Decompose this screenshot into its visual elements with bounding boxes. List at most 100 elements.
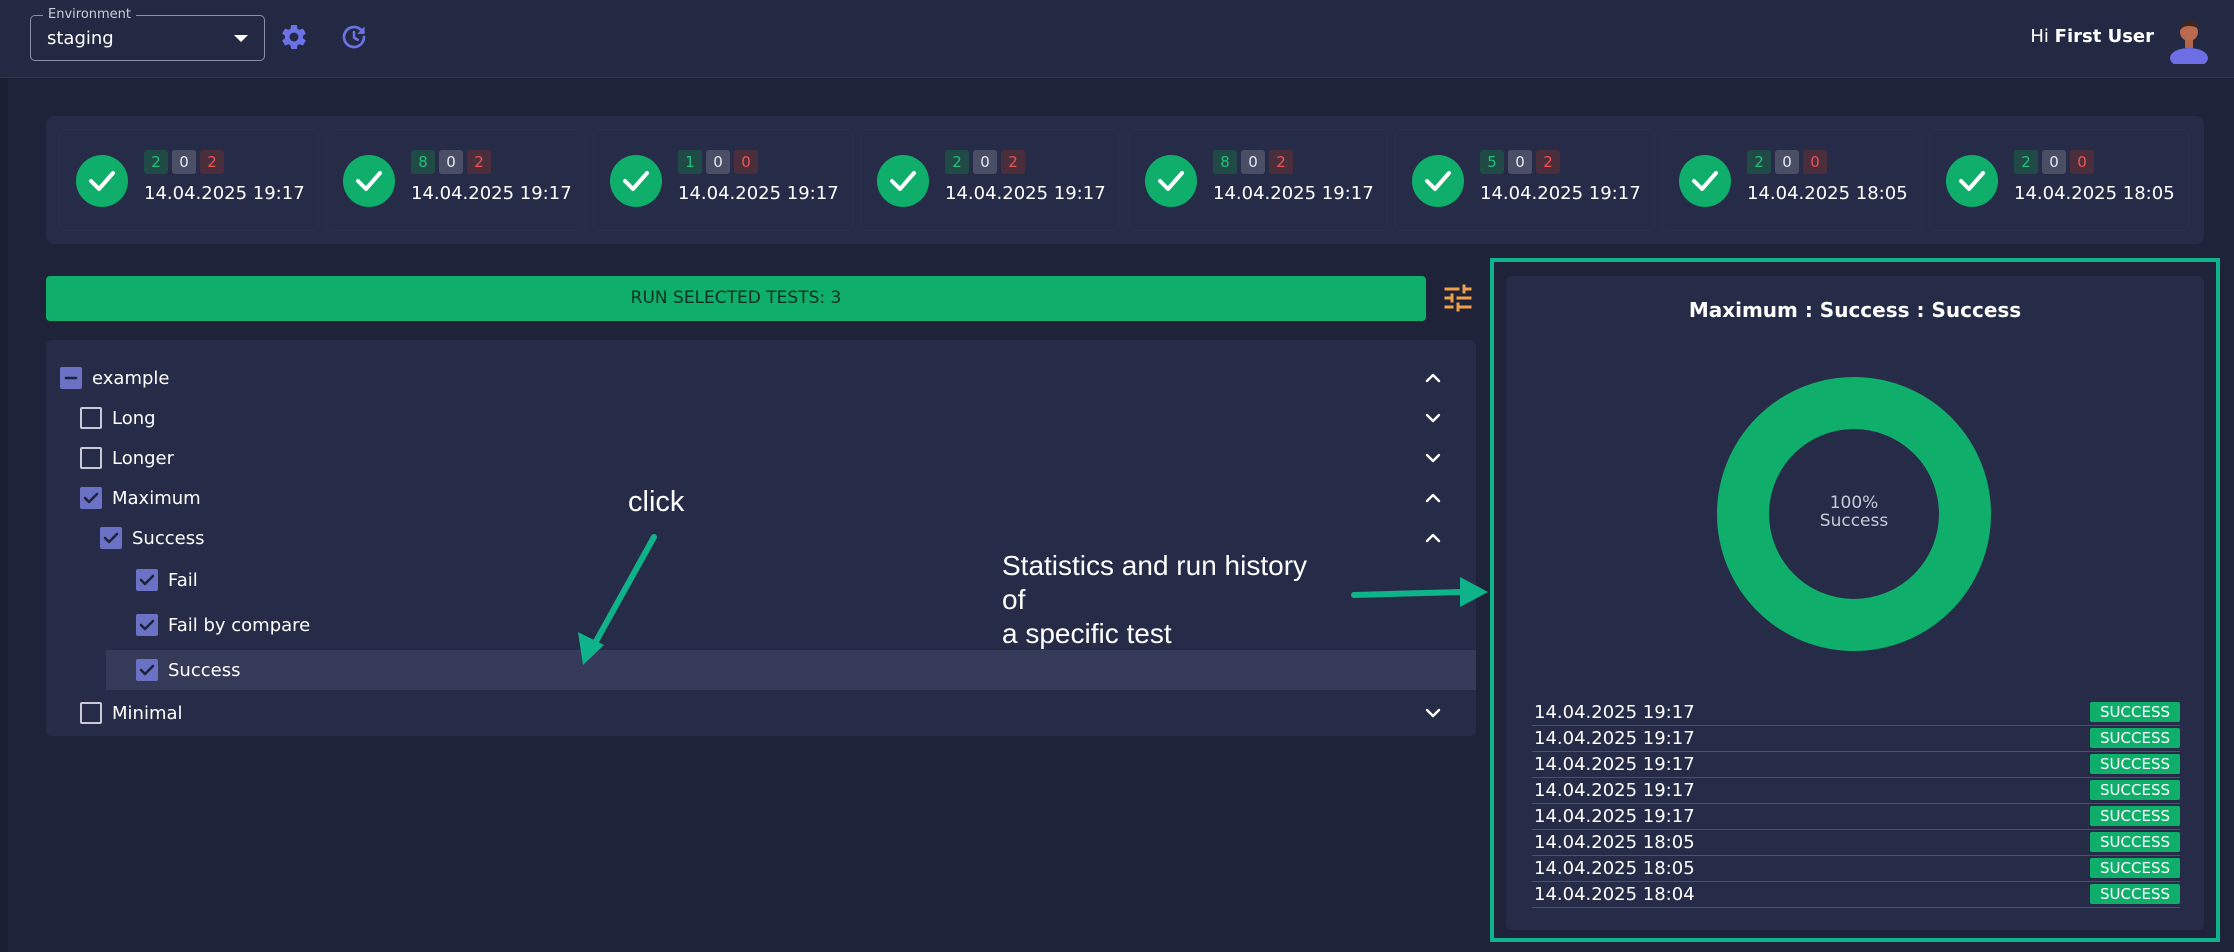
result-counts: 100 xyxy=(678,150,762,174)
tree-checkbox[interactable] xyxy=(136,614,158,636)
tree-item-label: Success xyxy=(168,660,241,681)
chevron-up-icon[interactable] xyxy=(1424,369,1442,387)
tree-item-label: Minimal xyxy=(112,703,183,724)
run-card[interactable]: 8 0 2 14.04.2025 19:17 xyxy=(327,130,585,230)
check-icon xyxy=(1412,155,1464,207)
run-card[interactable]: 2 0 0 14.04.2025 18:05 xyxy=(1663,130,1921,230)
donut-percent: 100% xyxy=(1829,493,1879,513)
tree-item[interactable]: Maximum xyxy=(46,478,1476,518)
run-date: 14.04.2025 19:17 xyxy=(945,183,1106,204)
tree-item[interactable]: Longer xyxy=(46,438,1476,478)
result-counts: 802 xyxy=(411,150,495,174)
result-counts: 200 xyxy=(2014,150,2098,174)
tree-item-label: Longer xyxy=(112,448,175,469)
environment-select[interactable]: Environment staging xyxy=(30,7,265,61)
history-date: 14.04.2025 18:04 xyxy=(1534,884,1695,905)
run-card[interactable]: 8 0 2 14.04.2025 19:17 xyxy=(1129,130,1387,230)
run-date: 14.04.2025 19:17 xyxy=(1213,183,1374,204)
skipped-count: 0 xyxy=(1775,150,1799,174)
environment-label: Environment xyxy=(43,7,137,22)
filter-settings-icon[interactable] xyxy=(1440,280,1476,316)
history-date: 14.04.2025 19:17 xyxy=(1534,806,1695,827)
run-card[interactable]: 5 0 2 14.04.2025 19:17 xyxy=(1396,130,1654,230)
failed-count: 2 xyxy=(1536,150,1560,174)
tree-item-label: Success xyxy=(132,528,205,549)
test-tree: example Long Longer Maximum Success Fail Fail … xyxy=(46,340,1476,736)
tree-item[interactable]: example xyxy=(46,358,1476,398)
status-badge: SUCCESS xyxy=(2090,858,2180,878)
tree-checkbox[interactable] xyxy=(80,447,102,469)
tree-checkbox[interactable] xyxy=(136,659,158,681)
tree-checkbox[interactable] xyxy=(80,702,102,724)
chevron-down-icon[interactable] xyxy=(1424,409,1442,427)
annotation-statistics-line1: Statistics and run history of xyxy=(1002,550,1308,615)
result-counts: 200 xyxy=(1747,150,1831,174)
annotation-statistics-line2: a specific test xyxy=(1002,618,1172,649)
tree-item-label: Maximum xyxy=(112,488,201,509)
history-date: 14.04.2025 19:17 xyxy=(1534,754,1695,775)
passed-count: 2 xyxy=(2014,150,2038,174)
history-date: 14.04.2025 19:17 xyxy=(1534,702,1695,723)
tree-item-label: Long xyxy=(112,408,156,429)
run-card[interactable]: 2 0 2 14.04.2025 19:17 xyxy=(861,130,1119,230)
skipped-count: 0 xyxy=(706,150,730,174)
failed-count: 2 xyxy=(200,150,224,174)
tree-checkbox[interactable] xyxy=(136,569,158,591)
history-row: 14.04.2025 18:05 SUCCESS xyxy=(1532,830,2180,856)
passed-count: 2 xyxy=(1747,150,1771,174)
statistics-title: Maximum : Success : Success xyxy=(1688,298,2022,322)
tree-item-label: Fail xyxy=(168,570,198,591)
caret-down-icon xyxy=(234,35,248,42)
skipped-count: 0 xyxy=(1241,150,1265,174)
avatar-icon[interactable] xyxy=(2168,18,2210,64)
failed-count: 0 xyxy=(1803,150,1827,174)
tree-item[interactable]: Minimal xyxy=(46,693,1476,733)
tree-item[interactable]: Success xyxy=(106,650,1476,690)
run-card[interactable]: 2 0 2 14.04.2025 19:17 xyxy=(60,130,318,230)
run-history-strip: 2 0 2 14.04.2025 19:17 8 0 2 14.04.2025 19:17 1 0… xyxy=(46,116,2204,244)
failed-count: 2 xyxy=(467,150,491,174)
tree-checkbox[interactable] xyxy=(100,527,122,549)
chevron-up-icon[interactable] xyxy=(1424,489,1442,507)
history-date: 14.04.2025 19:17 xyxy=(1534,728,1695,749)
tree-checkbox[interactable] xyxy=(80,487,102,509)
status-badge: SUCCESS xyxy=(2090,780,2180,800)
history-row: 14.04.2025 19:17 SUCCESS xyxy=(1532,726,2180,752)
history-row: 14.04.2025 18:04 SUCCESS xyxy=(1532,882,2180,908)
passed-count: 2 xyxy=(144,150,168,174)
run-card[interactable]: 2 0 0 14.04.2025 18:05 xyxy=(1930,130,2188,230)
failed-count: 2 xyxy=(1269,150,1293,174)
history-row: 14.04.2025 18:05 SUCCESS xyxy=(1532,856,2180,882)
status-badge: SUCCESS xyxy=(2090,702,2180,722)
chevron-down-icon[interactable] xyxy=(1424,449,1442,467)
tree-item-label: Fail by compare xyxy=(168,615,311,636)
tree-item-label: example xyxy=(92,368,170,389)
settings-icon[interactable] xyxy=(279,22,309,52)
passed-count: 2 xyxy=(945,150,969,174)
tree-checkbox[interactable] xyxy=(80,407,102,429)
chevron-down-icon[interactable] xyxy=(1424,704,1442,722)
failed-count: 2 xyxy=(1001,150,1025,174)
run-date: 14.04.2025 19:17 xyxy=(678,183,839,204)
tree-checkbox[interactable] xyxy=(60,367,82,389)
user-name: First User xyxy=(2054,26,2154,47)
history-row: 14.04.2025 19:17 SUCCESS xyxy=(1532,778,2180,804)
run-date: 14.04.2025 18:05 xyxy=(2014,183,2175,204)
result-counts: 202 xyxy=(945,150,1029,174)
run-selected-tests-button[interactable]: RUN SELECTED TESTS: 3 xyxy=(46,276,1426,321)
passed-count: 8 xyxy=(411,150,435,174)
chevron-up-icon[interactable] xyxy=(1424,529,1442,547)
run-date: 14.04.2025 18:05 xyxy=(1747,183,1908,204)
tree-item[interactable]: Long xyxy=(46,398,1476,438)
greeting-prefix: Hi xyxy=(2030,26,2055,47)
status-badge: SUCCESS xyxy=(2090,832,2180,852)
user-greeting: Hi First User xyxy=(2030,26,2154,47)
check-icon xyxy=(76,155,128,207)
refresh-icon[interactable] xyxy=(339,22,369,52)
skipped-count: 0 xyxy=(172,150,196,174)
top-bar: Environment staging Hi First User xyxy=(0,0,2234,78)
environment-value: staging xyxy=(47,28,114,49)
passed-count: 1 xyxy=(678,150,702,174)
history-date: 14.04.2025 19:17 xyxy=(1534,780,1695,801)
run-card[interactable]: 1 0 0 14.04.2025 19:17 xyxy=(594,130,852,230)
